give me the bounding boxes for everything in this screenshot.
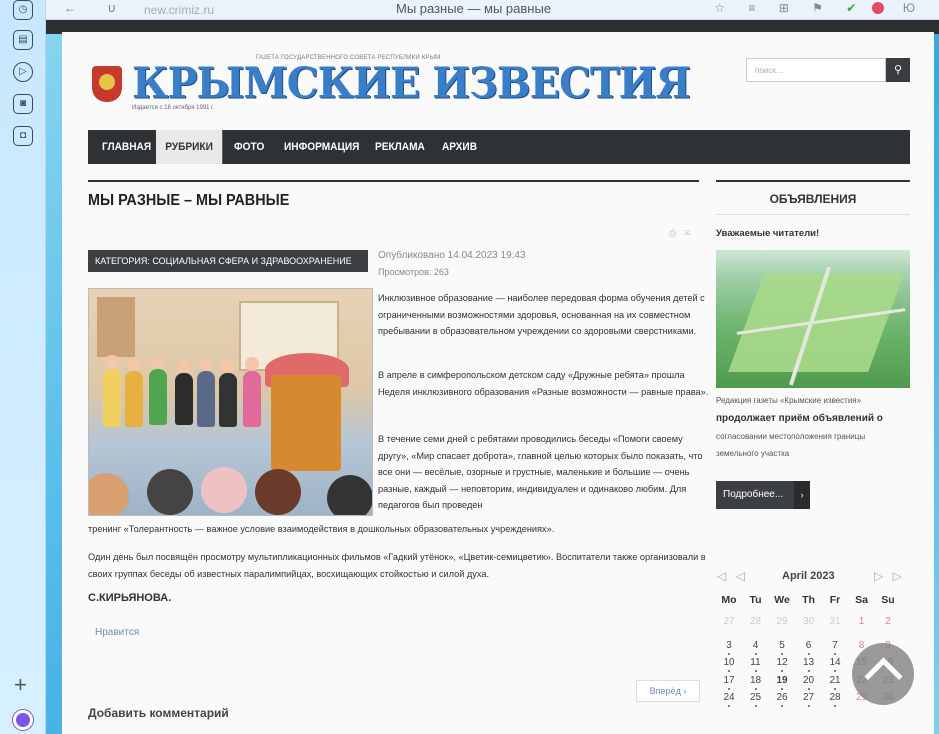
sidebar-line-2: продолжает приём объявлений о	[716, 413, 883, 424]
search-input[interactable]: поиск...	[746, 58, 886, 82]
land-aerial-image	[716, 250, 910, 388]
calendar-day[interactable]: 30	[796, 616, 822, 627]
calendar-weekday: Tu	[749, 594, 762, 606]
calendar-day[interactable]: 21	[822, 675, 848, 690]
calendar-day[interactable]: 29	[769, 616, 795, 627]
tabs-icon[interactable]: ▤	[13, 30, 33, 50]
extension-icon[interactable]	[871, 2, 884, 14]
shield-icon[interactable]: ✔	[846, 1, 858, 15]
article-paragraph-2: В апреле в симферопольском детском саду …	[378, 370, 709, 397]
back-reload-icons[interactable]: ← ∪	[64, 1, 130, 15]
calendar-day[interactable]: 6	[796, 640, 822, 655]
calendar-weekday: Mo	[721, 594, 737, 606]
calendar-weekday: Th	[802, 594, 815, 606]
calendar-day[interactable]: 4	[743, 640, 769, 655]
sidebar-line-4: земельного участка	[716, 449, 790, 458]
clock-icon[interactable]: ◷	[13, 0, 33, 20]
article-paragraph-3-end: тренинг «Толерантность — важное условие …	[88, 524, 555, 534]
site-header: ГАЗЕТА ГОСУДАРСТВЕННОГО СОВЕТА РЕСПУБЛИК…	[88, 52, 910, 122]
camera-icon[interactable]: ◙	[13, 94, 33, 114]
calendar-next-icon[interactable]: ▷ ▷	[874, 569, 905, 583]
calendar-day[interactable]: 25	[743, 692, 769, 707]
article-photo	[88, 288, 373, 516]
calendar-day[interactable]: 11	[743, 657, 769, 672]
avatar[interactable]	[13, 710, 33, 730]
toolbar-icons[interactable]: ☆ ≡ ⊞ ⚑	[714, 1, 833, 15]
site-logo[interactable]: КРЫМСКИЕ ИЗВЕСТИЯ	[132, 59, 691, 108]
calendar-day[interactable]: 1	[849, 616, 875, 627]
nav-item-info[interactable]: ИНФОРМАЦИЯ	[284, 130, 359, 164]
like-button[interactable]: Нравится	[95, 627, 139, 638]
calendar-day[interactable]: 7	[822, 640, 848, 655]
sidebar-greeting: Уважаемые читатели!	[716, 228, 820, 239]
sidebar-divider	[716, 180, 910, 182]
calendar-day[interactable]: 26	[769, 692, 795, 707]
views-count: Просмотров: 263	[378, 267, 449, 277]
nav-item-rubrics[interactable]: РУБРИКИ	[156, 130, 223, 164]
calendar-day[interactable]: 10	[716, 657, 742, 672]
main-nav: ГЛАВНАЯ РУБРИКИ ФОТО ИНФОРМАЦИЯ РЕКЛАМА …	[88, 130, 910, 164]
article-paragraph-4: Один день был посвящён просмотру мультип…	[88, 552, 706, 579]
chevron-right-icon: ›	[794, 481, 810, 509]
toolbar-actions: ☆ ≡ ⊞ ⚑ ✔ Ю	[714, 1, 925, 15]
article-title: МЫ РАЗНЫЕ – МЫ РАВНЫЕ	[88, 192, 290, 209]
article-paragraph-3: В течение семи дней с ребятами проводили…	[378, 434, 703, 511]
add-comment-heading: Добавить комментарий	[88, 706, 229, 720]
calendar-day[interactable]: 14	[822, 657, 848, 672]
address-bar[interactable]: new.crimiz.ru	[144, 3, 214, 17]
published-date: Опубликовано 14.04.2023 19:43	[378, 250, 526, 261]
more-button[interactable]: Подробнее... ›	[716, 481, 810, 509]
app-icon[interactable]: ◘	[13, 126, 33, 146]
calendar-day[interactable]: 31	[822, 616, 848, 627]
nav-item-ads[interactable]: РЕКЛАМА	[375, 130, 425, 164]
calendar-day[interactable]: 17	[716, 675, 742, 690]
calendar-day[interactable]: 28	[743, 616, 769, 627]
calendar-day[interactable]: 2	[875, 616, 901, 627]
next-article-button[interactable]: Вперёд ›	[636, 680, 700, 702]
calendar-day[interactable]: 18	[743, 675, 769, 690]
announcements-title: ОБЪЯВЛЕНИЯ	[769, 192, 857, 206]
search-button[interactable]: ⚲	[886, 58, 910, 82]
browser-sidebar: ◷ ▤ ▷ ◙ ◘ +	[0, 0, 46, 734]
sidebar-line-1: Редакция газеты «Крымские известия»	[716, 396, 862, 405]
add-panel-icon[interactable]: +	[14, 674, 27, 696]
calendar-weekday: Su	[881, 594, 895, 606]
article-paragraph-1: Инклюзивное образование — наиболее перед…	[378, 293, 705, 337]
sidebar-line-3: согласовании местоположения границы	[716, 432, 866, 441]
page-title-bar: Мы разные — мы равные	[396, 1, 552, 16]
calendar-day[interactable]: 19	[769, 675, 795, 690]
nav-item-photo[interactable]: ФОТО	[234, 130, 264, 164]
calendar-weekday: Sa	[855, 594, 868, 606]
calendar-day[interactable]: 28	[822, 692, 848, 707]
calendar-weekday: We	[774, 594, 790, 606]
calendar-day[interactable]: 3	[716, 640, 742, 655]
reader-icon[interactable]: Ю	[903, 1, 925, 15]
browser-toolbar: ← ∪ new.crimiz.ru Мы разные — мы равные …	[46, 0, 939, 20]
calendar-weekday: Fr	[829, 594, 841, 606]
play-icon[interactable]: ▷	[13, 62, 33, 82]
calendar-prev-icon[interactable]: ◁ ◁	[717, 569, 748, 583]
scroll-to-top-button[interactable]	[852, 643, 914, 705]
article-tools-icons[interactable]: ⎙✉	[669, 228, 698, 239]
article-author: С.КИРЬЯНОВА.	[88, 592, 172, 604]
calendar-day[interactable]: 27	[796, 692, 822, 707]
nav-item-archive[interactable]: АРХИВ	[442, 130, 477, 164]
more-button-label: Подробнее...	[723, 489, 784, 500]
article-divider	[88, 180, 699, 182]
calendar-day[interactable]: 24	[716, 692, 742, 707]
nav-item-home[interactable]: ГЛАВНАЯ	[102, 130, 151, 164]
calendar-day[interactable]: 20	[796, 675, 822, 690]
calendar-day[interactable]: 12	[769, 657, 795, 672]
calendar-day[interactable]: 27	[716, 616, 742, 627]
crimea-emblem-icon	[92, 66, 122, 102]
calendar-day[interactable]: 13	[796, 657, 822, 672]
calendar-day[interactable]: 5	[769, 640, 795, 655]
calendar-month: April 2023	[782, 570, 835, 582]
since-caption: Издается с 18 октября 1991 г.	[132, 105, 215, 111]
category-badge[interactable]: КАТЕГОРИЯ: СОЦИАЛЬНАЯ СФЕРА И ЗДРАВООХРА…	[88, 250, 368, 272]
search-icon: ⚲	[893, 64, 903, 76]
